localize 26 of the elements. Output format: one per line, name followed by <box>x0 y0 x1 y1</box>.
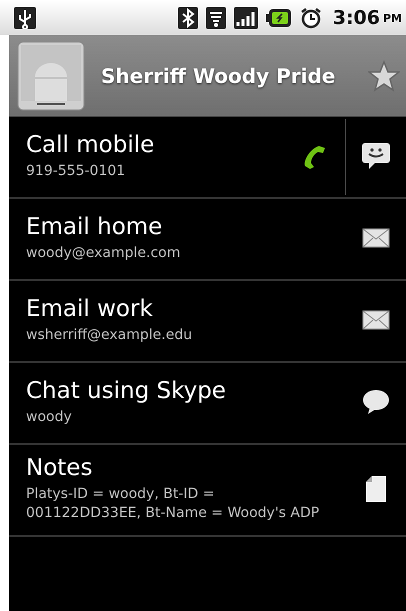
row-detail: 919-555-0101 <box>26 162 126 180</box>
battery-icon <box>266 8 292 28</box>
clock-period: PM <box>382 12 402 25</box>
row-title[interactable]: Email work <box>26 296 346 322</box>
row-detail: woody@example.com <box>26 244 182 262</box>
signal-icon <box>234 6 258 28</box>
star-icon[interactable] <box>368 60 400 92</box>
smiley-message-icon[interactable] <box>361 141 391 171</box>
wifi-icon <box>206 6 226 28</box>
speech-bubble-icon[interactable] <box>362 388 390 416</box>
bluetooth-icon <box>178 6 198 28</box>
usb-icon <box>14 6 36 28</box>
envelope-icon[interactable] <box>362 310 390 330</box>
row-title[interactable]: Call mobile <box>26 132 285 158</box>
row-title[interactable]: Chat using Skype <box>26 378 346 404</box>
envelope-icon[interactable] <box>362 228 390 248</box>
avatar-placeholder[interactable] <box>17 40 85 110</box>
alarm-clock-icon <box>300 6 322 28</box>
row-detail: wsherriff@example.edu <box>26 326 194 344</box>
row-title[interactable]: Notes <box>26 455 346 481</box>
row-detail: woody <box>26 408 73 426</box>
contact-name: Sherriff Woody Pride <box>101 64 336 88</box>
row-title[interactable]: Email home <box>26 214 346 240</box>
document-icon[interactable] <box>365 475 387 503</box>
clock-time: 3:06 <box>332 6 380 28</box>
row-detail: Platys-ID = woody, Bt-ID = 001122DD33EE, Bt-Name = Woody's ADP <box>26 485 320 523</box>
